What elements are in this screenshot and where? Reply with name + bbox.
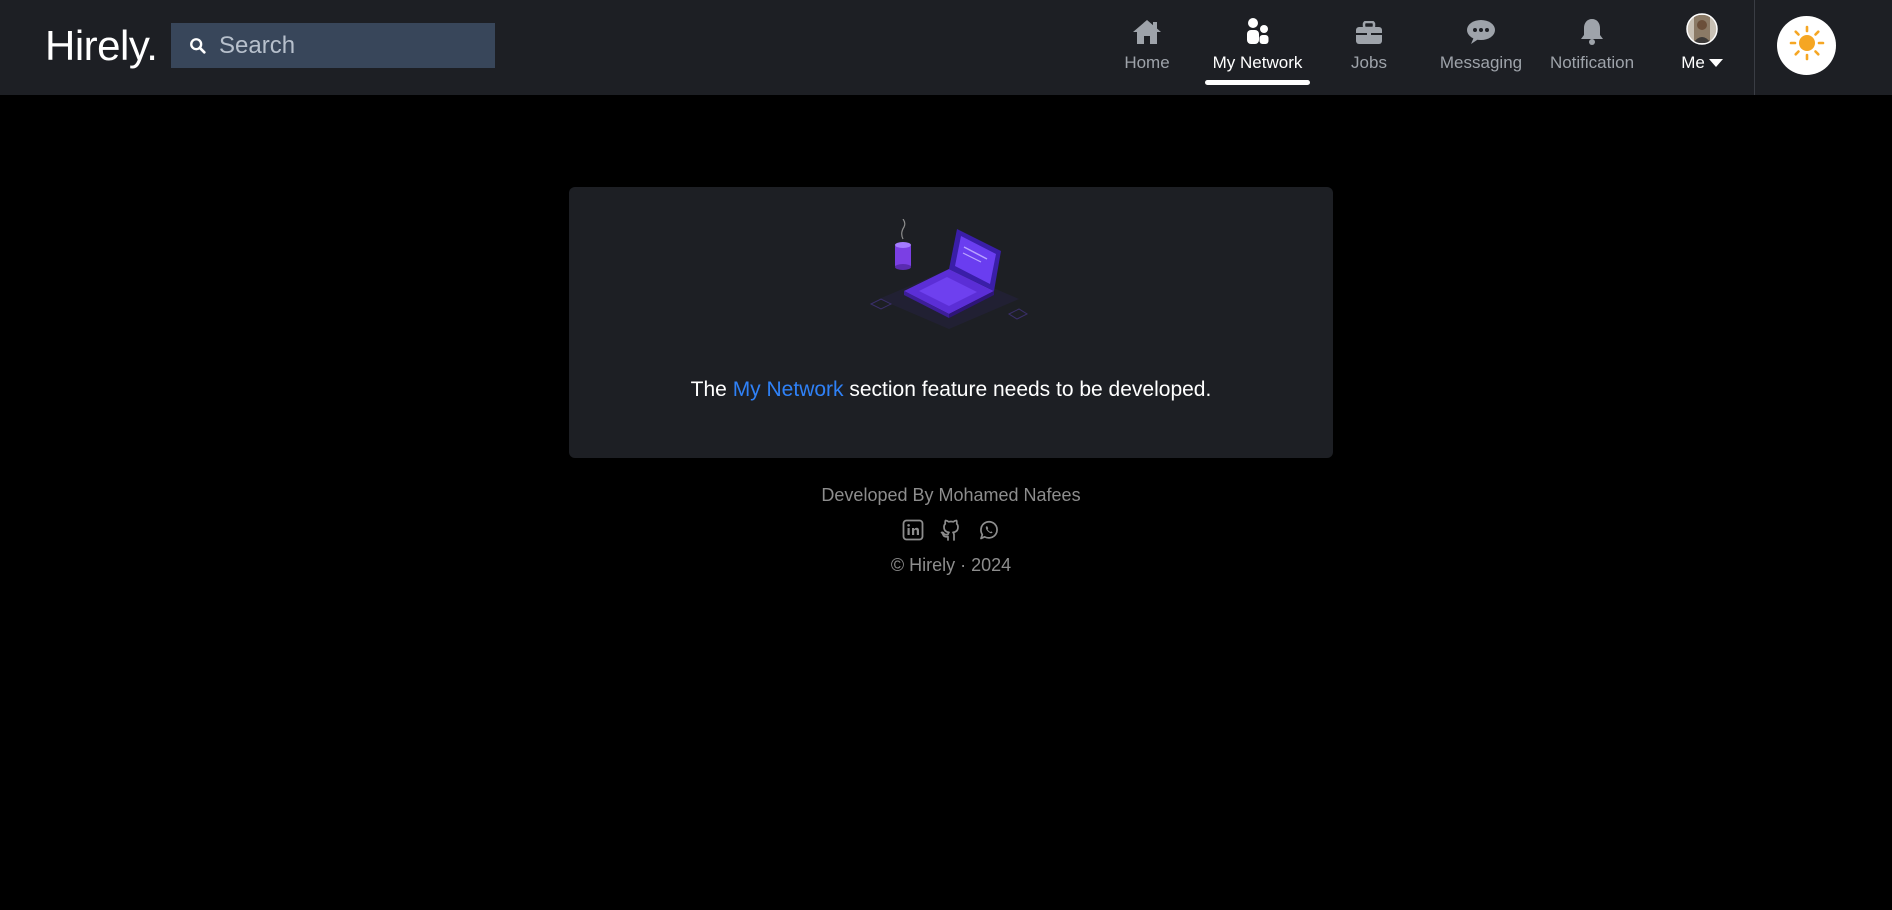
chat-icon (1466, 15, 1496, 45)
search-input[interactable] (219, 31, 489, 60)
nav-item-jobs[interactable]: Jobs (1349, 0, 1389, 95)
active-tab-indicator (1205, 80, 1310, 85)
avatar[interactable] (1686, 13, 1718, 45)
theme-toggle-button[interactable] (1777, 16, 1836, 75)
linkedin-icon[interactable] (901, 518, 925, 542)
briefcase-icon (1355, 15, 1383, 45)
message-prefix: The (690, 378, 733, 401)
home-icon (1132, 15, 1162, 45)
nav-label-messaging: Messaging (1439, 53, 1523, 72)
nav-label-me: Me (1681, 53, 1705, 72)
laptop-coffee-illustration (869, 218, 1029, 329)
nav-item-home[interactable]: Home (1121, 0, 1173, 95)
caret-down-icon (1708, 53, 1723, 73)
nav-label-jobs: Jobs (1351, 53, 1387, 72)
search-bar[interactable] (171, 23, 495, 68)
whatsapp-icon[interactable] (977, 518, 1001, 542)
nav-label-home: Home (1124, 53, 1170, 72)
nav-label-my-network: My Network (1212, 53, 1303, 72)
navbar-divider (1754, 0, 1755, 95)
copyright-text: © Hirely · 2024 (890, 555, 1012, 575)
nav-item-my-network[interactable]: My Network (1205, 0, 1310, 95)
sun-icon (1789, 25, 1825, 66)
nav-item-me[interactable]: Me (1678, 0, 1726, 95)
top-navbar: Hirely. Home My Net (0, 0, 1892, 95)
network-icon (1244, 15, 1272, 45)
nav-item-notification[interactable]: Notification (1549, 0, 1635, 95)
github-icon[interactable] (939, 518, 963, 542)
developer-credit: Developed By Mohamed Nafees (821, 485, 1081, 505)
me-menu[interactable]: Me (1681, 53, 1723, 73)
feature-message: The My Network section feature needs to … (569, 378, 1333, 402)
message-suffix: section feature needs to be developed. (843, 378, 1212, 401)
placeholder-card: The My Network section feature needs to … (569, 187, 1333, 458)
social-links (901, 518, 1001, 542)
message-highlight: My Network (732, 378, 844, 401)
search-icon (187, 35, 209, 57)
nav-item-messaging[interactable]: Messaging (1439, 0, 1523, 95)
bell-icon (1579, 15, 1605, 45)
app-logo[interactable]: Hirely. (45, 22, 158, 70)
nav-label-notification: Notification (1549, 53, 1635, 72)
